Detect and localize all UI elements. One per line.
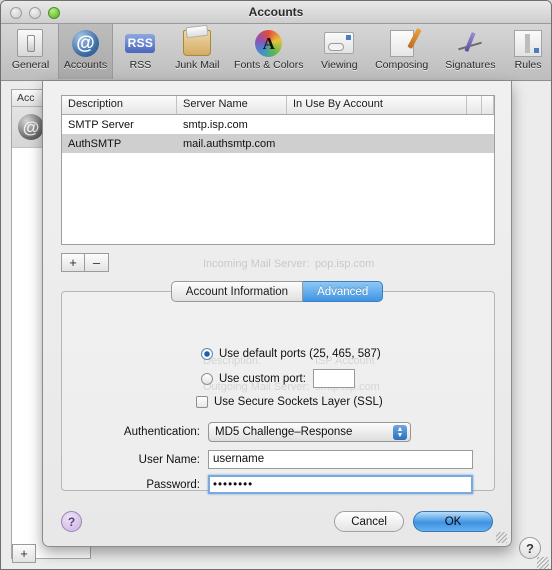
toolbar-item-general[interactable]: General xyxy=(3,24,58,79)
window-titlebar: Accounts xyxy=(1,1,551,24)
accounts-at-icon: @ xyxy=(71,28,99,58)
default-ports-radio[interactable] xyxy=(201,348,213,360)
custom-port-radio[interactable] xyxy=(201,372,213,385)
default-ports-label: Use default ports (25, 465, 587) xyxy=(219,348,381,360)
toolbar-label-rules: Rules xyxy=(514,59,542,71)
sheet-help-button[interactable]: ? xyxy=(61,511,82,532)
table-row[interactable]: AuthSMTP mail.authsmtp.com xyxy=(62,134,494,153)
custom-port-input[interactable] xyxy=(312,369,355,388)
toolbar-label-composing: Composing xyxy=(375,59,429,71)
password-input[interactable]: •••••••• xyxy=(208,475,473,494)
sheet-tab-bar: Account Information Advanced xyxy=(43,281,511,302)
tab-advanced[interactable]: Advanced xyxy=(303,281,384,302)
toolbar-item-composing[interactable]: Composing xyxy=(368,24,436,79)
authentication-value: MD5 Challenge–Response xyxy=(215,426,353,438)
custom-port-label: Use custom port: xyxy=(219,372,306,385)
toolbar-label-viewing: Viewing xyxy=(321,59,358,71)
ssl-row[interactable]: Use Secure Sockets Layer (SSL) xyxy=(196,396,383,408)
table-header-row: Description Server Name In Use By Accoun… xyxy=(62,96,494,115)
tab-account-information[interactable]: Account Information xyxy=(170,281,304,302)
ghost-incoming-value: pop.isp.com xyxy=(315,258,375,270)
at-globe-icon: @ xyxy=(18,114,44,140)
window-resize-grip[interactable] xyxy=(537,557,549,569)
toolbar-label-junk-mail: Junk Mail xyxy=(175,59,220,71)
authentication-row[interactable]: Authentication: MD5 Challenge–Response ▲… xyxy=(100,422,492,442)
toolbar-item-rules[interactable]: Rules xyxy=(505,24,551,79)
ok-button[interactable]: OK xyxy=(413,511,493,532)
toolbar-item-viewing[interactable]: Viewing xyxy=(311,24,368,79)
username-input[interactable]: username xyxy=(208,450,473,469)
rules-icon xyxy=(514,28,543,58)
signatures-icon xyxy=(456,28,484,58)
fonts-colors-icon: A xyxy=(255,28,283,58)
column-header-server-name[interactable]: Server Name xyxy=(177,96,287,114)
cancel-button[interactable]: Cancel xyxy=(334,511,404,532)
custom-port-row[interactable]: Use custom port: xyxy=(201,369,355,388)
authentication-label: Authentication: xyxy=(123,426,200,438)
toolbar-label-general: General xyxy=(11,59,50,71)
preferences-toolbar: General @ Accounts RSS RSS Junk Mail A F… xyxy=(1,24,551,81)
viewing-icon xyxy=(324,28,355,58)
toolbar-item-junk-mail[interactable]: Junk Mail xyxy=(168,24,227,79)
password-label: Password: xyxy=(146,478,200,491)
general-icon xyxy=(17,28,44,58)
password-row[interactable]: Password: •••••••• xyxy=(100,475,492,494)
ghost-incoming-label: Incoming Mail Server: xyxy=(203,258,310,270)
rss-icon: RSS xyxy=(125,28,156,58)
chevron-updown-icon: ▲ ▼ xyxy=(393,425,407,440)
column-header-spacer-1[interactable] xyxy=(467,96,482,114)
username-label: User Name: xyxy=(138,453,200,466)
toolbar-item-accounts[interactable]: @ Accounts xyxy=(57,24,113,79)
composing-icon xyxy=(389,28,414,58)
window-title: Accounts xyxy=(248,5,304,19)
toolbar-item-rss[interactable]: RSS RSS xyxy=(113,24,168,79)
ssl-label: Use Secure Sockets Layer (SSL) xyxy=(214,396,383,408)
cell-server-name: smtp.isp.com xyxy=(183,118,248,131)
toolbar-label-signatures: Signatures xyxy=(445,59,496,71)
column-header-description[interactable]: Description xyxy=(62,96,177,114)
cell-description: AuthSMTP xyxy=(68,137,122,150)
authentication-select[interactable]: MD5 Challenge–Response ▲ ▼ xyxy=(208,422,411,442)
window-help-button[interactable]: ? xyxy=(519,537,541,559)
accounts-preferences-window: Accounts General @ Accounts RSS RSS Junk… xyxy=(0,0,552,570)
smtp-server-list-sheet: Incoming Mail Server: pop.isp.com Descri… xyxy=(42,81,512,547)
add-account-button[interactable]: + xyxy=(12,544,36,563)
junk-mail-icon xyxy=(183,28,212,58)
add-server-button[interactable]: + xyxy=(61,253,85,272)
username-row[interactable]: User Name: username xyxy=(100,450,492,469)
cell-description: SMTP Server xyxy=(68,118,134,131)
list-edit-buttons: + – xyxy=(61,253,109,272)
column-header-spacer-2[interactable] xyxy=(482,96,494,114)
toolbar-label-accounts: Accounts xyxy=(63,59,108,71)
toolbar-label-fonts-colors: Fonts & Colors xyxy=(234,59,304,71)
smtp-server-table[interactable]: Description Server Name In Use By Accoun… xyxy=(61,95,495,245)
cell-server-name: mail.authsmtp.com xyxy=(183,137,276,150)
ssl-checkbox[interactable] xyxy=(196,396,208,408)
column-header-in-use-by-account[interactable]: In Use By Account xyxy=(287,96,467,114)
table-row[interactable]: SMTP Server smtp.isp.com xyxy=(62,115,494,134)
sheet-resize-grip[interactable] xyxy=(496,532,507,543)
default-ports-row[interactable]: Use default ports (25, 465, 587) xyxy=(201,348,381,360)
toolbar-item-signatures[interactable]: Signatures xyxy=(436,24,506,79)
toolbar-label-rss: RSS xyxy=(129,59,152,71)
remove-server-button[interactable]: – xyxy=(85,253,109,272)
toolbar-item-fonts-colors[interactable]: A Fonts & Colors xyxy=(227,24,311,79)
